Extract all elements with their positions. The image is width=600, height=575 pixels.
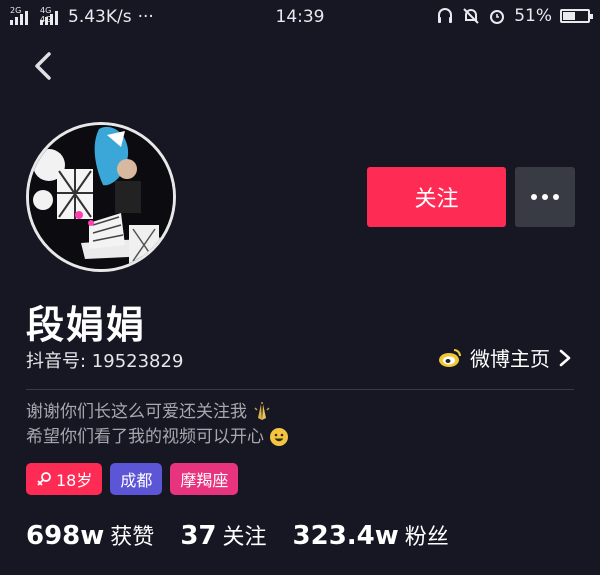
stat-followers-label: 粉丝	[404, 525, 449, 550]
bio-line-1-row: 谢谢你们长这么可爱还关注我	[26, 400, 289, 425]
tag-zodiac-label: 摩羯座	[180, 471, 229, 490]
ellipsis-icon	[531, 194, 537, 200]
headset-icon	[438, 8, 453, 23]
smiley-icon	[270, 428, 289, 446]
bio-line-2: 希望你们看了我的视频可以开心	[26, 427, 264, 447]
stat-following[interactable]: 37 关注	[180, 519, 266, 551]
weibo-link[interactable]: 微博主页	[438, 343, 572, 372]
mute-bell-icon	[463, 8, 479, 24]
battery-fill	[563, 12, 576, 20]
more-button[interactable]	[515, 167, 575, 227]
battery-percent: 51%	[514, 6, 552, 26]
tag-city[interactable]: 成都	[110, 463, 163, 495]
douyin-id: 抖音号: 19523829	[26, 351, 184, 372]
chevron-right-icon	[559, 349, 571, 366]
avatar-image	[29, 125, 173, 269]
praying-hands-icon	[254, 402, 270, 420]
profile-stats: 698w 获赞 37 关注 323.4w 粉丝	[26, 519, 449, 551]
stat-following-value: 37	[180, 521, 217, 551]
stat-likes[interactable]: 698w 获赞	[26, 519, 154, 551]
stat-following-label: 关注	[222, 525, 267, 550]
bio: 谢谢你们长这么可爱还关注我 希望你们看了我的视频可以开心	[26, 400, 289, 450]
profile-tags: 18岁 成都 摩羯座	[26, 463, 239, 495]
stat-likes-label: 获赞	[110, 525, 155, 550]
bio-line-2-row: 希望你们看了我的视频可以开心	[26, 425, 289, 450]
stat-likes-value: 698w	[26, 521, 105, 551]
weibo-icon	[439, 348, 461, 367]
ellipsis-icon-dot	[553, 194, 559, 200]
tag-age-label: 18岁	[56, 471, 93, 490]
ellipsis-icon-dot	[542, 194, 548, 200]
weibo-link-label: 微博主页	[470, 347, 550, 371]
tag-age[interactable]: 18岁	[26, 463, 103, 495]
tag-zodiac[interactable]: 摩羯座	[170, 463, 239, 495]
battery-icon	[560, 9, 593, 23]
alarm-icon	[490, 10, 505, 24]
follow-button[interactable]: 关注	[367, 167, 506, 227]
status-right: 51%	[436, 6, 593, 26]
profile-name: 段娟娟	[26, 303, 147, 347]
bio-line-1: 谢谢你们长这么可爱还关注我	[26, 402, 247, 422]
avatar[interactable]	[26, 122, 176, 272]
stat-followers[interactable]: 323.4w 粉丝	[293, 519, 449, 551]
stat-followers-value: 323.4w	[292, 521, 399, 551]
status-bar: 2G 4G 4G 5.43K/s ··· 14:39 51%	[0, 0, 600, 34]
divider	[26, 389, 574, 390]
tag-city-label: 成都	[120, 471, 153, 490]
female-icon	[37, 472, 51, 486]
chevron-left-icon[interactable]	[28, 48, 58, 84]
